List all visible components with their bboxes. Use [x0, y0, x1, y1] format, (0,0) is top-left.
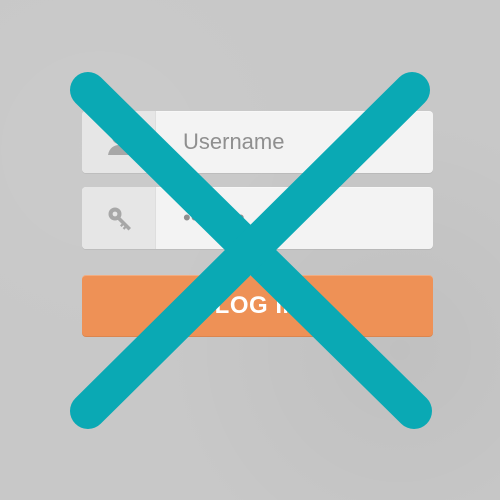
- login-form: LOG IN: [82, 111, 433, 337]
- login-button[interactable]: LOG IN: [82, 275, 433, 337]
- key-icon: [108, 207, 131, 231]
- password-input[interactable]: [155, 187, 433, 249]
- password-field: [82, 187, 433, 249]
- username-field: [82, 111, 433, 173]
- username-input[interactable]: [155, 111, 433, 173]
- password-icon-cell: [82, 187, 156, 249]
- user-icon: [107, 130, 130, 155]
- username-icon-cell: [82, 111, 156, 173]
